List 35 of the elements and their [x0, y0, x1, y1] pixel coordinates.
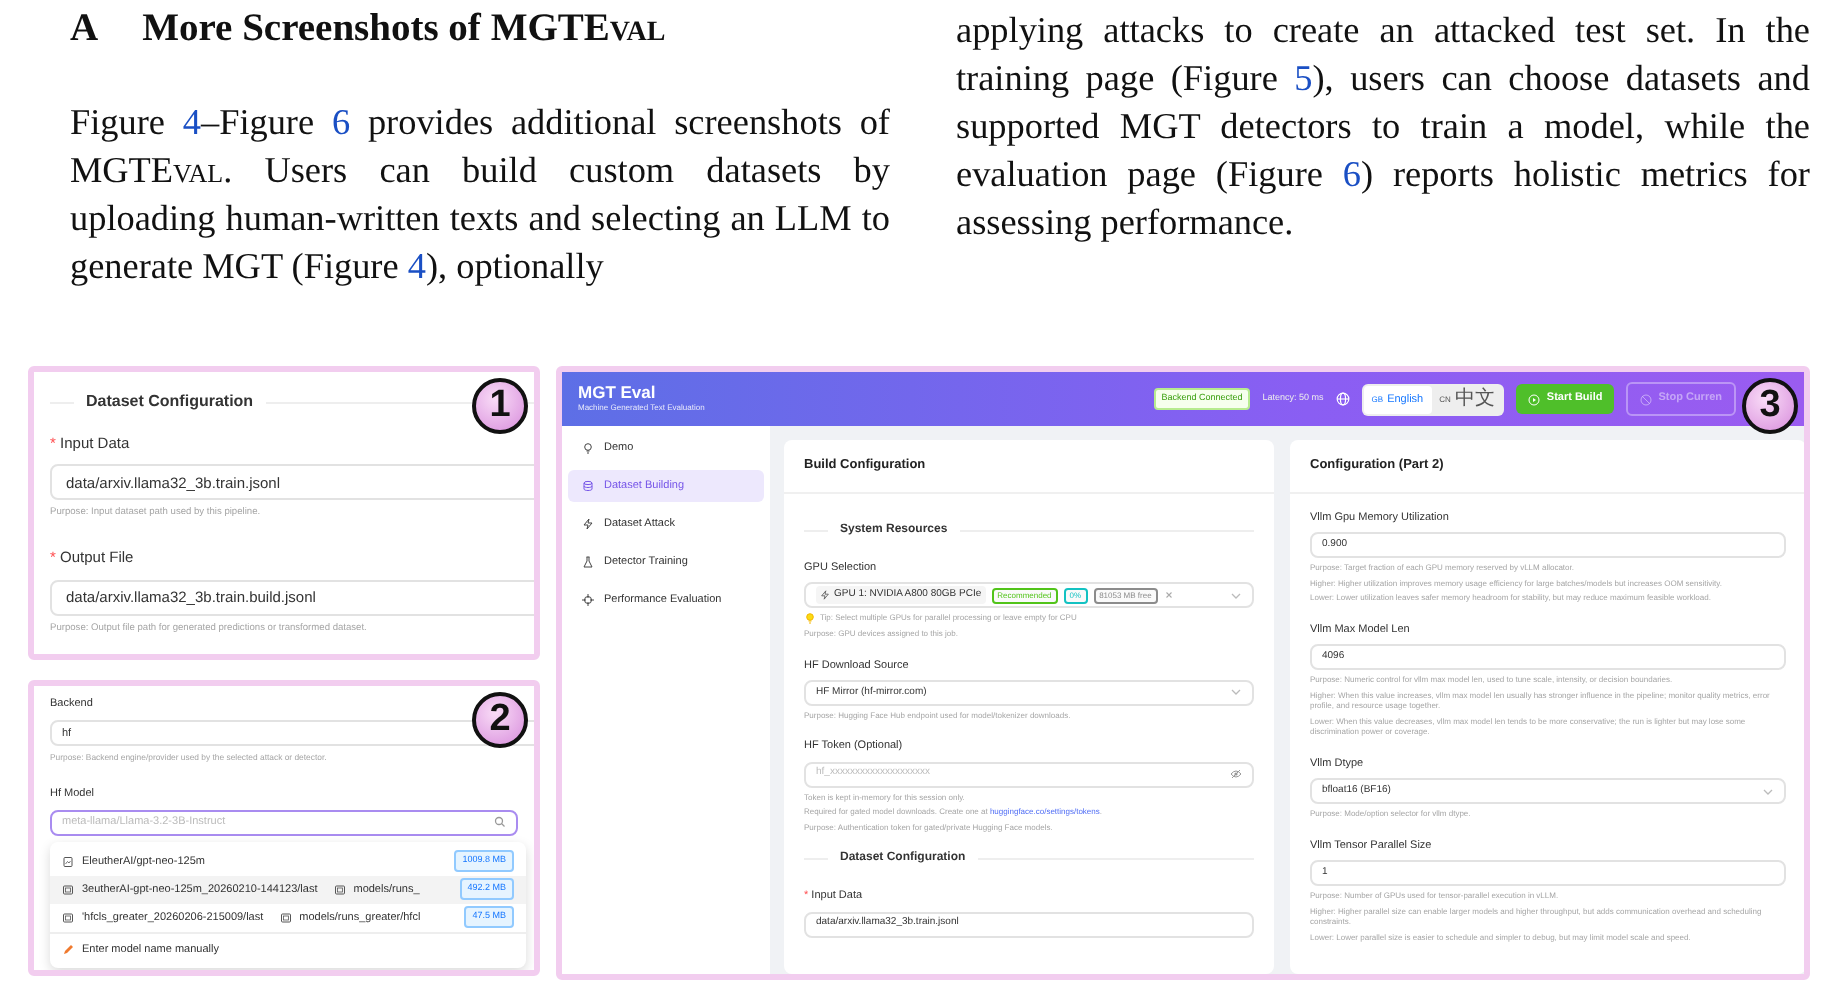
file-icon	[62, 855, 74, 868]
folder-icon	[62, 883, 74, 896]
section-title: More Screenshots of MGTEval	[142, 6, 666, 54]
close-icon	[1163, 590, 1174, 600]
figure-link[interactable]: 4	[407, 246, 426, 286]
pencil-icon	[62, 943, 74, 956]
bulb-icon	[582, 442, 594, 454]
chevron-icon	[1762, 785, 1774, 798]
section-heading: Dataset Configuration	[86, 390, 254, 414]
paragraph: applying attacks to create an attacked test set. In the training page (Figure 5), users can choose datasets and supported MGT detectors to train a model, while the evaluation page (Figure 6) reports holistic metrics for assessing performance.	[956, 8, 1810, 246]
play-circle-icon	[1528, 393, 1541, 405]
figure-link[interactable]: 6	[331, 102, 351, 142]
chevron-icon	[1230, 686, 1242, 699]
section-number: A	[70, 6, 99, 54]
callout-number: 2	[472, 692, 528, 748]
paragraph: Figure 4–Figure 6 provides additional screenshots of MGTEval. Users can build custom datasets by uploading human-written texts and selecting an LLM to generate MGT (Figure 4), optionally	[70, 100, 890, 290]
flask-icon	[582, 556, 594, 568]
figure-link[interactable]: 6	[1342, 154, 1361, 194]
chevron-icon	[1230, 589, 1242, 601]
folder-icon	[333, 883, 346, 896]
callout-number: 1	[472, 378, 528, 434]
database-icon	[582, 480, 594, 492]
app-title: MGT Eval	[578, 384, 658, 402]
bolt-icon	[820, 590, 830, 600]
search-icon	[494, 816, 506, 829]
bolt-icon	[582, 518, 594, 530]
figure-link[interactable]: 4	[182, 102, 201, 142]
globe-icon	[1335, 392, 1350, 406]
crosshair-icon	[582, 594, 594, 606]
bulb-icon	[804, 612, 816, 624]
figure-link[interactable]: 5	[1294, 58, 1313, 98]
folder-icon	[62, 911, 74, 924]
stop-circle-icon	[1640, 393, 1653, 405]
eye-slash-icon	[1230, 768, 1242, 781]
folder-icon	[279, 911, 292, 924]
